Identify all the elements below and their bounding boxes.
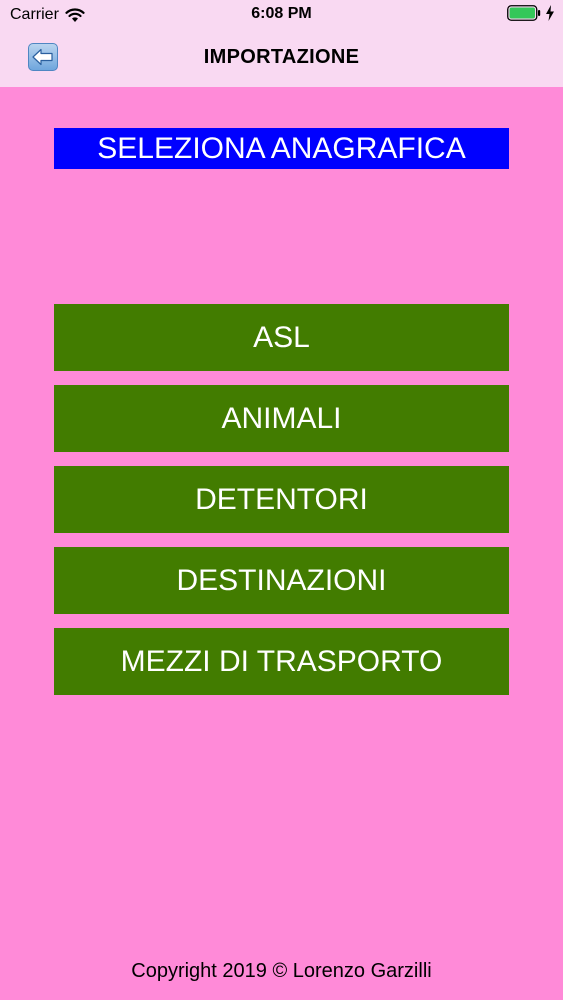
battery-icon bbox=[507, 5, 541, 21]
detentori-button[interactable]: DETENTORI bbox=[54, 466, 509, 533]
status-right bbox=[507, 5, 555, 21]
page-title: IMPORTAZIONE bbox=[203, 46, 360, 68]
navigation-bar: IMPORTAZIONE bbox=[0, 30, 563, 87]
animali-button[interactable]: ANIMALI bbox=[54, 385, 509, 452]
copyright-footer: Copyright 2019 © Lorenzo Garzilli bbox=[131, 960, 432, 982]
mezzi-di-trasporto-button[interactable]: MEZZI DI TRASPORTO bbox=[54, 628, 509, 695]
asl-button[interactable]: ASL bbox=[54, 304, 509, 371]
status-bar: Carrier 6:08 PM bbox=[0, 0, 563, 30]
destinazioni-button[interactable]: DESTINAZIONI bbox=[54, 547, 509, 614]
section-heading: SELEZIONA ANAGRAFICA bbox=[54, 128, 509, 169]
status-time: 6:08 PM bbox=[251, 5, 312, 22]
charging-bolt-icon bbox=[546, 5, 554, 21]
